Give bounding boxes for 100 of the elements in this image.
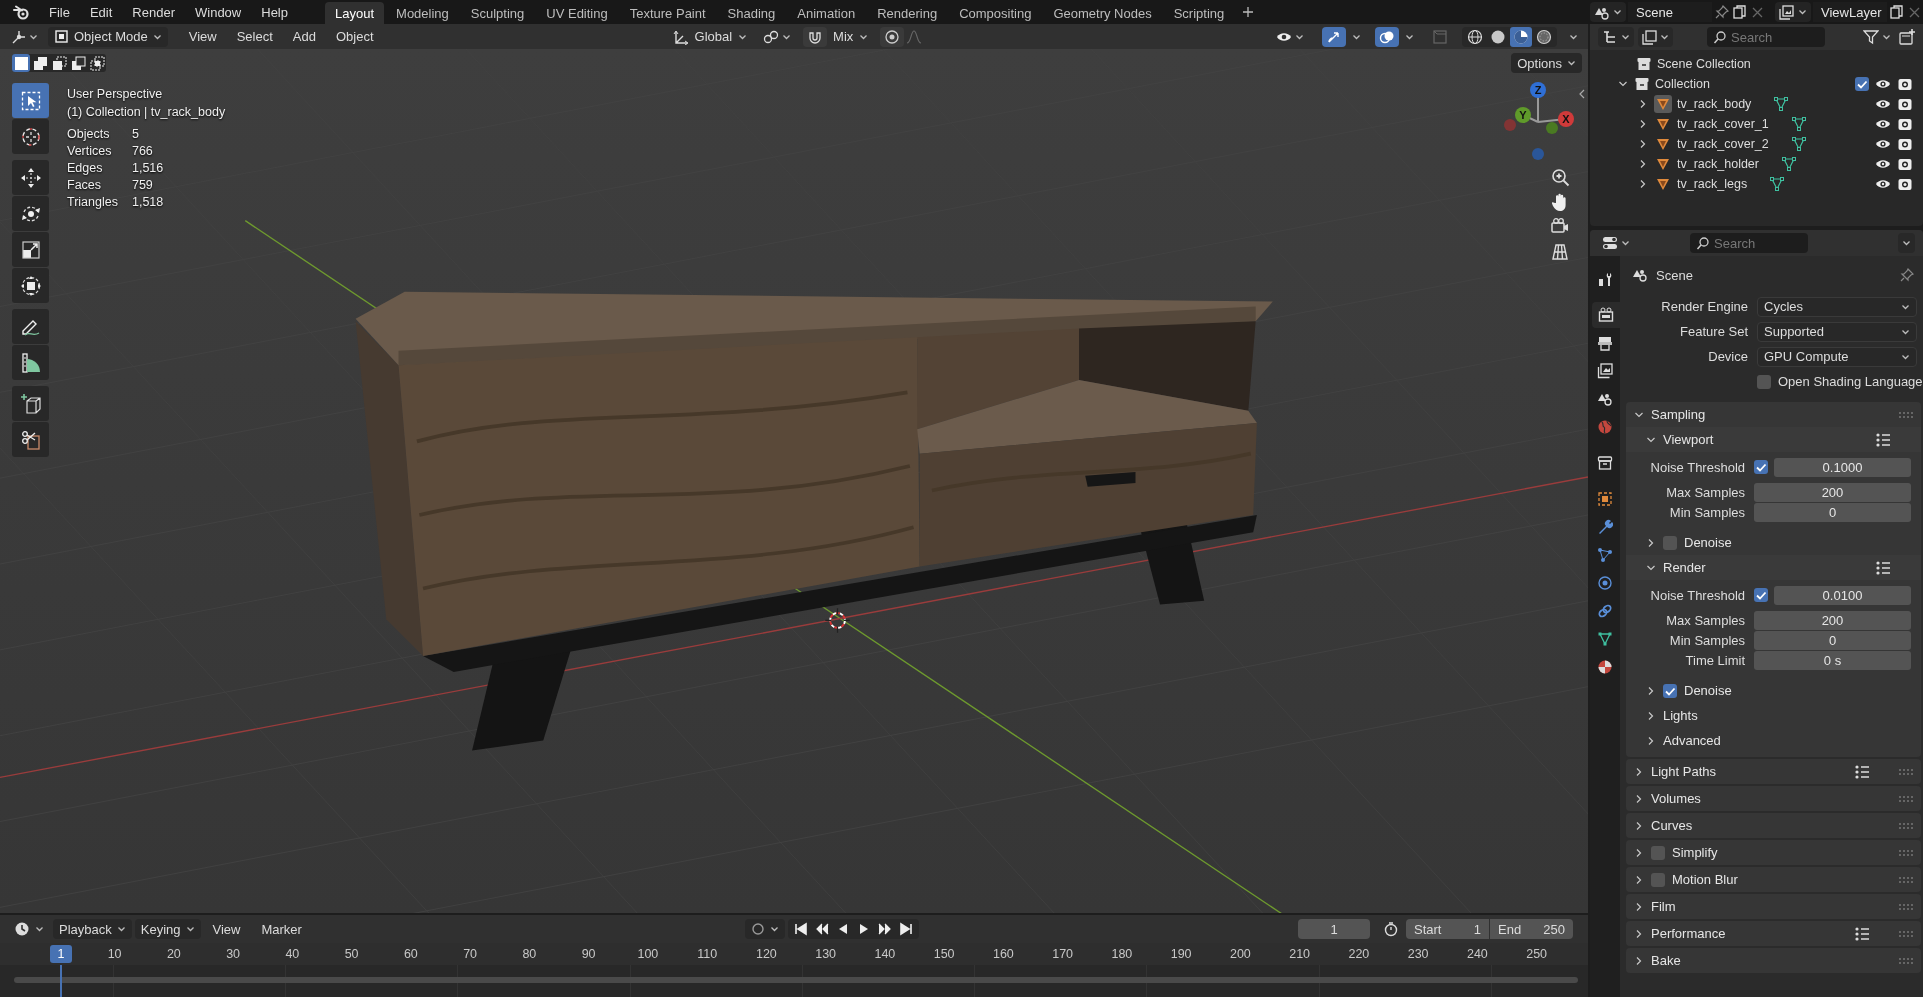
chevron-down-icon[interactable] <box>1618 79 1628 89</box>
number-field[interactable]: 0 <box>1754 502 1911 522</box>
scene-field[interactable]: Scene <box>1628 2 1712 22</box>
navigation-gizmo[interactable]: Z Y X <box>1504 82 1574 160</box>
mode-dropdown[interactable]: Object Mode <box>48 26 168 47</box>
chevron-right-icon[interactable] <box>1634 820 1644 831</box>
mesh-data-icon[interactable] <box>1790 136 1807 152</box>
menu-item[interactable]: Marker <box>252 919 311 939</box>
item-name[interactable]: tv_rack_legs <box>1677 177 1748 191</box>
chevron-right-icon[interactable] <box>1646 735 1656 746</box>
camera-icon[interactable] <box>1897 96 1913 112</box>
camera-icon[interactable] <box>1897 136 1913 152</box>
checkbox[interactable] <box>1855 77 1869 91</box>
workspace-tab[interactable]: Geometry Nodes <box>1043 2 1162 24</box>
workspace-tab[interactable]: Sculpting <box>460 2 535 24</box>
pin-icon[interactable] <box>1714 4 1730 20</box>
annotate-tool-button[interactable] <box>12 309 49 344</box>
checkbox[interactable] <box>1663 683 1677 698</box>
copy-icon[interactable] <box>1889 4 1905 20</box>
select-dropdown[interactable]: Supported <box>1757 321 1917 342</box>
add-workspace-icon[interactable] <box>1242 6 1255 18</box>
options-dropdown[interactable] <box>1898 233 1915 253</box>
chevron-right-icon[interactable] <box>1634 847 1644 858</box>
chevron-right-icon[interactable] <box>1634 928 1644 939</box>
shading-button[interactable] <box>1510 26 1532 47</box>
panel-title[interactable]: Sampling <box>1651 407 1706 422</box>
copy-icon[interactable] <box>1732 4 1748 20</box>
camera-icon[interactable] <box>1897 76 1913 92</box>
chevron-right-icon[interactable] <box>1646 710 1656 721</box>
checkbox-label[interactable]: Open Shading Language <box>1778 374 1923 389</box>
overlay-toggle[interactable] <box>1375 26 1399 47</box>
search-field[interactable]: Search <box>1690 233 1808 253</box>
cut-tool-button[interactable] <box>12 422 49 457</box>
new-collection-icon[interactable] <box>1899 29 1915 45</box>
panel-title[interactable]: Performance <box>1651 926 1726 941</box>
menu-item[interactable]: Select <box>227 27 282 46</box>
auto-keying-toggle[interactable] <box>744 919 785 939</box>
number-field[interactable]: 0 <box>1754 630 1911 650</box>
subpanel-title[interactable]: Lights <box>1663 708 1698 723</box>
3d-cursor-icon[interactable] <box>824 607 851 634</box>
subpanel-title[interactable]: Advanced <box>1663 733 1721 748</box>
menu-item[interactable]: File <box>40 1 79 23</box>
view-layer-icon[interactable] <box>1779 4 1794 20</box>
item-name[interactable]: Scene Collection <box>1657 57 1751 71</box>
sidebar-toggle-icon[interactable] <box>1578 89 1586 99</box>
cursor-tool-button[interactable] <box>12 119 49 154</box>
item-name[interactable]: tv_rack_body <box>1677 97 1752 111</box>
subpanel-title[interactable]: Viewport <box>1663 432 1714 447</box>
snap-toggle[interactable] <box>803 26 828 47</box>
current-frame-marker[interactable]: 1 <box>50 945 72 963</box>
item-name[interactable]: tv_rack_cover_1 <box>1677 117 1769 131</box>
number-field[interactable]: 200 <box>1754 610 1911 630</box>
next-keyframe-icon[interactable] <box>876 921 893 937</box>
current-frame-field[interactable]: 1 <box>1298 919 1370 939</box>
chevron-right-icon[interactable] <box>1646 685 1656 696</box>
chevron-right-icon[interactable] <box>1638 179 1648 189</box>
menu-item[interactable]: Add <box>283 27 325 46</box>
workspace-tab[interactable]: Shading <box>717 2 786 24</box>
subpanel-title[interactable]: Denoise <box>1684 535 1732 550</box>
menu-item[interactable]: View <box>203 919 250 939</box>
jump-start-icon[interactable] <box>792 921 809 937</box>
zoom-icon[interactable] <box>1550 167 1570 187</box>
search-field[interactable]: Search <box>1707 27 1825 47</box>
panel-title[interactable]: Curves <box>1651 818 1693 833</box>
menu-item[interactable]: View <box>179 27 226 46</box>
options-dropdown[interactable]: Options <box>1511 53 1582 73</box>
jump-end-icon[interactable] <box>897 921 914 937</box>
view-layer-dropdown[interactable] <box>1638 27 1673 47</box>
number-field[interactable]: 200 <box>1754 482 1911 502</box>
presets-icon[interactable] <box>1875 559 1891 576</box>
panel-title[interactable]: Film <box>1651 899 1676 914</box>
workspace-tab[interactable]: Texture Paint <box>619 2 716 24</box>
chevron-right-icon[interactable] <box>1634 955 1644 966</box>
menu-item[interactable]: Edit <box>80 1 122 23</box>
select-mode-button[interactable] <box>12 54 30 72</box>
drag-handle-icon[interactable] <box>1899 929 1913 938</box>
checkbox[interactable] <box>1651 845 1665 860</box>
chevron-right-icon[interactable] <box>1638 139 1648 149</box>
drag-handle-icon[interactable] <box>1899 956 1913 965</box>
workspace-tab[interactable]: Rendering <box>867 2 948 24</box>
object-icon-button[interactable] <box>1654 95 1672 113</box>
menu-item[interactable]: Window <box>186 1 251 23</box>
chevron-right-icon[interactable] <box>1634 901 1644 912</box>
checkbox[interactable] <box>1754 588 1768 602</box>
select-mode-button[interactable] <box>69 54 87 72</box>
item-name[interactable]: tv_rack_holder <box>1677 157 1759 171</box>
select-tool-button[interactable] <box>12 83 49 118</box>
workspace-tab[interactable]: Animation <box>787 2 866 24</box>
drag-handle-icon[interactable] <box>1899 767 1913 776</box>
panel-title[interactable]: Motion Blur <box>1672 872 1738 887</box>
mesh-data-icon[interactable] <box>1790 116 1807 132</box>
camera-icon[interactable] <box>1897 156 1913 172</box>
checkbox[interactable] <box>1757 374 1771 389</box>
select-dropdown[interactable]: GPU Compute <box>1757 346 1917 367</box>
grid-icon[interactable] <box>1550 242 1570 262</box>
item-name[interactable]: Collection <box>1655 77 1710 91</box>
panel-title[interactable]: Simplify <box>1672 845 1718 860</box>
properties-tab[interactable] <box>1592 302 1620 328</box>
rotate-tool-button[interactable] <box>12 196 49 231</box>
chevron-right-icon[interactable] <box>1634 874 1644 885</box>
